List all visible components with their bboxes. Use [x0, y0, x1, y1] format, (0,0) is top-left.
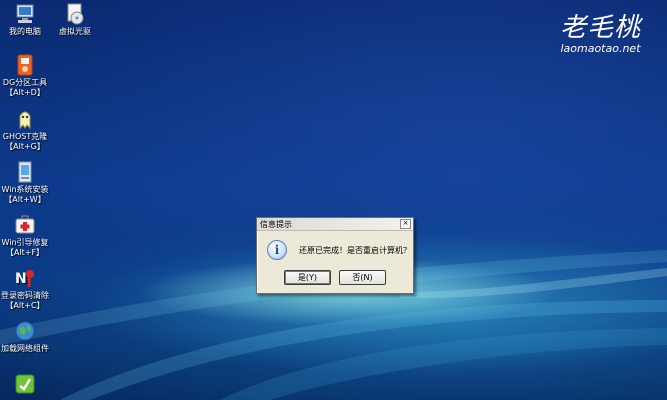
desktop-icon-ghost[interactable]: GHOST克隆 【Alt+G】 — [0, 108, 55, 152]
brand-logo-chinese: 老毛桃 — [559, 13, 641, 43]
green-tool-icon — [14, 373, 36, 395]
info-dialog: 信息提示 × i 还原已完成！是否重启计算机？ 是(Y) 否(N) — [256, 217, 414, 294]
brand-logo: 老毛桃 laomaotao.net — [560, 14, 641, 55]
disc-icon — [64, 3, 86, 25]
brand-logo-url: laomaotao.net — [560, 42, 641, 55]
desktop: 我的电脑 虚拟光驱 DG分区工具 【Alt+D】 GHOST克隆 【Alt+G】… — [0, 0, 667, 400]
computer-icon — [14, 3, 36, 25]
globe-icon — [14, 320, 36, 342]
yes-button[interactable]: 是(Y) — [284, 270, 331, 285]
dialog-titlebar[interactable]: 信息提示 × — [257, 218, 413, 231]
dialog-message: 还原已完成！是否重启计算机？ — [299, 245, 411, 255]
desktop-icon-virtual-drive[interactable]: 虚拟光驱 — [45, 3, 105, 37]
info-icon: i — [267, 240, 287, 260]
desktop-icon-win-install[interactable]: Win系统安装 【Alt+W】 — [0, 161, 55, 205]
desktop-icon-win-boot-repair[interactable]: Win引导修复 【Alt+F】 — [0, 214, 55, 258]
dialog-message-row: i 还原已完成！是否重启计算机？ — [257, 231, 413, 260]
desktop-icon-dg-partition[interactable]: DG分区工具 【Alt+D】 — [0, 54, 55, 98]
dialog-buttons: 是(Y) 否(N) — [257, 270, 413, 285]
ghost-icon — [14, 108, 36, 130]
install-icon — [14, 161, 36, 183]
desktop-icon-bottom-tool[interactable] — [0, 373, 55, 397]
key-clear-icon: N — [14, 267, 36, 289]
no-button[interactable]: 否(N) — [339, 270, 386, 285]
first-aid-icon — [14, 214, 36, 236]
partition-tool-icon — [14, 54, 36, 76]
wallpaper-waves — [0, 250, 667, 400]
dialog-title: 信息提示 — [260, 219, 292, 229]
close-button[interactable]: × — [400, 219, 411, 229]
desktop-icon-password-clear[interactable]: N 登录密码清除 【Alt+C】 — [0, 267, 55, 311]
desktop-icon-network[interactable]: 加载网络组件 — [0, 320, 55, 354]
svg-text:N: N — [15, 271, 27, 287]
